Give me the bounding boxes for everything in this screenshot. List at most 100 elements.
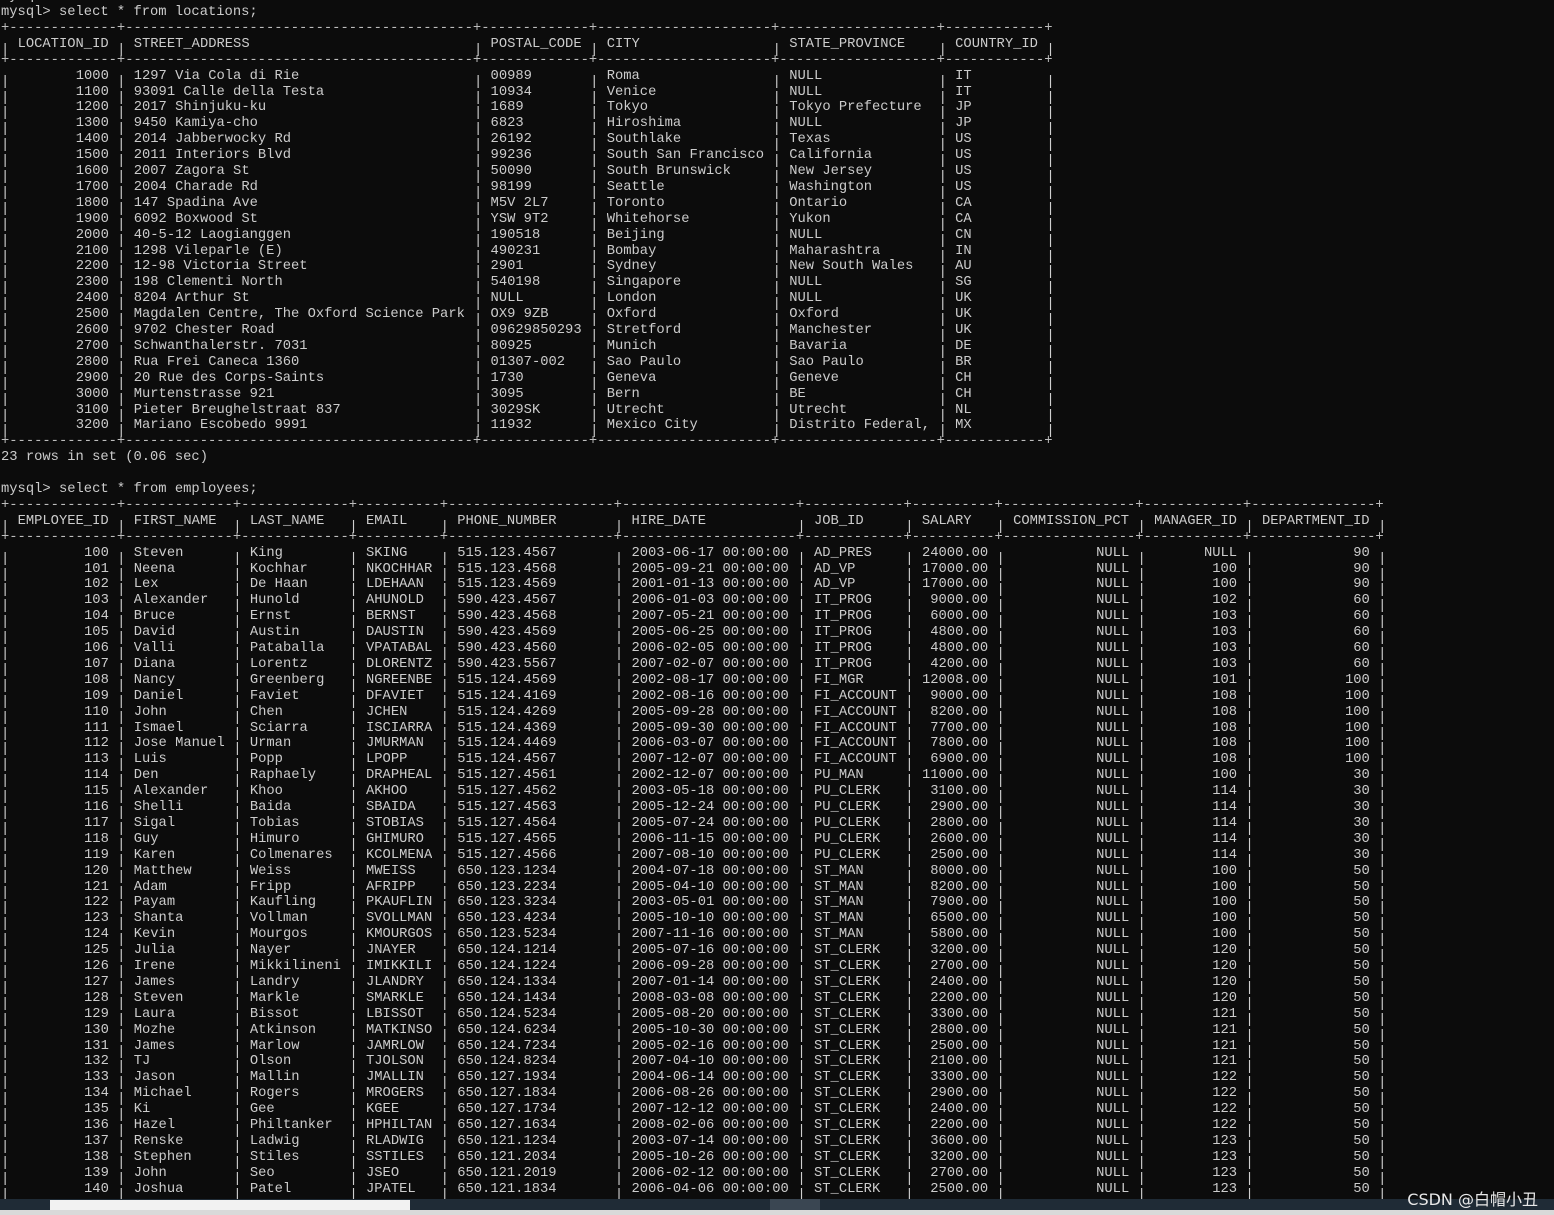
table-cell: AKHOO bbox=[365, 784, 408, 800]
table-cell: 2005-10-30 00:00:00 bbox=[631, 1022, 789, 1038]
table-row: | 114 | Den | Raphaely | DRAPHEAL | 515.… bbox=[1, 768, 1386, 789]
table-cell: Gee bbox=[249, 1102, 275, 1118]
table-cell: 2006-11-15 00:00:00 bbox=[631, 831, 789, 847]
taskbar-active-app[interactable] bbox=[770, 1199, 820, 1210]
table-cell: Fripp bbox=[249, 879, 292, 895]
table-cell: David bbox=[133, 625, 176, 641]
table-cell: 107 bbox=[84, 656, 109, 672]
table-cell: 30 bbox=[1353, 800, 1370, 815]
table-cell: 590.423.5567 bbox=[457, 656, 557, 672]
table-cell: 515.124.4169 bbox=[457, 688, 557, 704]
table-cell: 8200.00 bbox=[930, 704, 989, 720]
table-row: | 112 | Jose Manuel | Urman | JMURMAN | … bbox=[1, 736, 1386, 757]
table-cell: Ontario bbox=[789, 195, 848, 211]
table-row: | 2500 | Magdalen Centre, The Oxford Sci… bbox=[1, 307, 1055, 328]
table-cell: 2002-08-17 00:00:00 bbox=[631, 672, 789, 688]
table-cell: 2800.00 bbox=[930, 815, 989, 831]
table-cell: NULL bbox=[1096, 736, 1130, 752]
table-cell: 2200.00 bbox=[930, 990, 989, 1006]
table-cell: IN bbox=[955, 243, 972, 259]
table-cell: Mourgos bbox=[249, 927, 308, 943]
table-cell: 110 bbox=[84, 704, 109, 720]
table-cell: ST_CLERK bbox=[813, 1133, 881, 1149]
table-cell: 2200 bbox=[75, 259, 109, 275]
table-cell: NULL bbox=[789, 116, 823, 132]
table-cell: 123 bbox=[1212, 1133, 1238, 1149]
table-cell: 50 bbox=[1353, 1133, 1370, 1149]
table-cell: 1300 bbox=[75, 116, 109, 132]
table-cell: 2005-10-26 00:00:00 bbox=[631, 1149, 789, 1165]
table-cell: 2700 bbox=[75, 338, 109, 354]
table-cell: 1600 bbox=[75, 164, 109, 179]
table-cell: 126 bbox=[84, 959, 109, 974]
table-cell: FI_ACCOUNT bbox=[813, 736, 897, 752]
table-cell: NULL bbox=[1096, 784, 1130, 800]
table-cell: 3300.00 bbox=[930, 1070, 989, 1086]
table-cell: 100 bbox=[1344, 672, 1370, 688]
table-cell: 122 bbox=[1212, 1070, 1238, 1086]
table-cell: 6092 Boxwood St bbox=[133, 211, 258, 227]
table-cell: 120 bbox=[1212, 974, 1238, 990]
table-cell: JP bbox=[955, 100, 972, 116]
table-cell: 4800.00 bbox=[930, 625, 989, 641]
table-cell: 650.127.1834 bbox=[457, 1086, 557, 1102]
table-cell: 120 bbox=[1212, 943, 1238, 959]
table-row: | 137 | Renske | Ladwig | RLADWIG | 650.… bbox=[1, 1133, 1386, 1155]
table-row: | 1200 | 2017 Shinjuku-ku | 1689 | Tokyo… bbox=[1, 100, 1055, 121]
table-cell: 100 bbox=[1212, 927, 1238, 943]
table-row: | 129 | Laura | Bissot | LBISSOT | 650.1… bbox=[1, 1006, 1386, 1028]
table-cell: Marlow bbox=[249, 1038, 300, 1054]
table-cell: John bbox=[133, 704, 167, 720]
table-cell: M5V 2L7 bbox=[490, 195, 549, 211]
table-cell: 101 bbox=[1212, 672, 1238, 688]
table-cell: 2800.00 bbox=[930, 1022, 989, 1038]
table-row: | 1500 | 2011 Interiors Blvd | 99236 | S… bbox=[1, 148, 1055, 169]
table-cell: NULL bbox=[1096, 863, 1130, 879]
table-cell: PU_CLERK bbox=[813, 815, 881, 831]
table-cell: 20 Rue des Corps-Saints bbox=[133, 370, 325, 386]
table-cell: 2005-07-24 00:00:00 bbox=[631, 815, 789, 831]
table-cell: DLORENTZ bbox=[365, 656, 433, 672]
table-cell: GHIMURO bbox=[365, 831, 424, 847]
table-cell: NULL bbox=[1096, 752, 1130, 768]
table-cell: 650.124.1434 bbox=[457, 990, 557, 1006]
table-cell: NULL bbox=[789, 291, 823, 307]
table-cell: ST_CLERK bbox=[813, 959, 881, 974]
table-cell: 2003-06-17 00:00:00 bbox=[631, 545, 789, 561]
table-cell: ST_CLERK bbox=[813, 1006, 881, 1022]
table-cell: CN bbox=[955, 227, 972, 243]
table-cell: NULL bbox=[789, 275, 823, 291]
command-line: mysql> select * from employees; bbox=[1, 482, 258, 497]
table-cell: TJ bbox=[133, 1054, 151, 1070]
table-row: | 106 | Valli | Pataballa | VPATABAL | 5… bbox=[1, 641, 1386, 662]
table-cell: Utrecht bbox=[789, 402, 848, 418]
table-cell: 3600.00 bbox=[930, 1133, 989, 1149]
table-cell: Ernst bbox=[249, 609, 292, 625]
table-cell: 8200.00 bbox=[930, 879, 989, 895]
table-cell: NULL bbox=[1096, 768, 1130, 784]
table-cell: 2005-09-30 00:00:00 bbox=[631, 720, 789, 736]
table-row: | 130 | Mozhe | Atkinson | MATKINSO | 65… bbox=[1, 1022, 1386, 1044]
table-cell: 650.124.5234 bbox=[457, 1006, 557, 1022]
table-cell: 60 bbox=[1353, 625, 1370, 641]
table-cell: 2007-01-14 00:00:00 bbox=[631, 974, 789, 990]
table-cell: Kochhar bbox=[249, 561, 308, 577]
table-row: | 102 | Lex | De Haan | LDEHAAN | 515.12… bbox=[1, 577, 1386, 598]
table-cell: IMIKKILI bbox=[365, 959, 433, 974]
table-cell: 50 bbox=[1353, 1102, 1370, 1118]
table-cell: 2500.00 bbox=[930, 847, 989, 863]
table-cell: JSEO bbox=[365, 1165, 400, 1181]
taskbar-search-box[interactable] bbox=[50, 1200, 410, 1210]
table-cell: 50 bbox=[1353, 974, 1370, 990]
table-border: +-------------+-------------------------… bbox=[1, 434, 1053, 450]
table-row: | 116 | Shelli | Baida | SBAIDA | 515.12… bbox=[1, 800, 1386, 821]
table-cell: 50 bbox=[1353, 1070, 1370, 1086]
table-row: | 2200 | 12-98 Victoria Street | 2901 | … bbox=[1, 259, 1055, 280]
table-cell: Valli bbox=[133, 641, 176, 656]
table-row: | 2900 | 20 Rue des Corps-Saints | 1730 … bbox=[1, 370, 1055, 392]
table-cell: NULL bbox=[1096, 1165, 1130, 1181]
table-cell: Sao Paulo bbox=[789, 354, 864, 370]
table-cell: 60 bbox=[1353, 593, 1370, 609]
table-cell: 100 bbox=[84, 545, 109, 561]
table-cell: 515.123.4567 bbox=[457, 545, 557, 561]
